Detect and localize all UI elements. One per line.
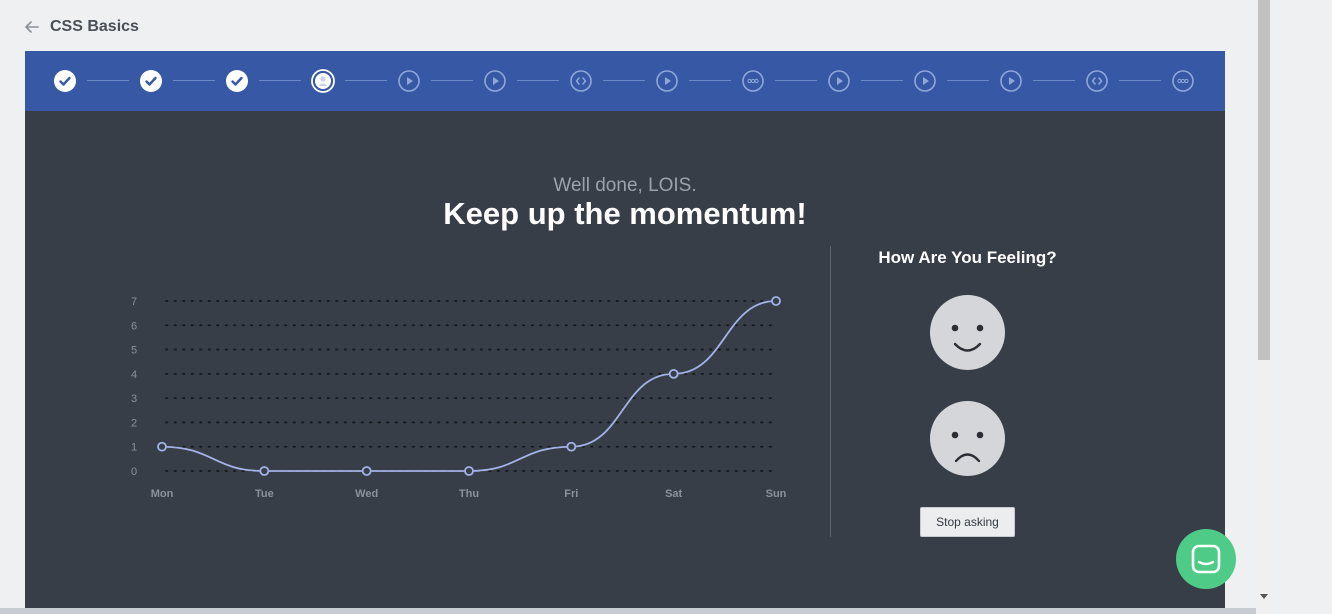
- y-tick-label: 2: [131, 417, 137, 429]
- taskbar-strip: [0, 608, 1256, 614]
- y-tick-label: 7: [131, 296, 137, 308]
- page-scrollbar[interactable]: [1256, 0, 1272, 614]
- check-icon: [54, 70, 76, 92]
- x-tick-label: Thu: [459, 488, 479, 500]
- step-connector: [1033, 80, 1075, 81]
- step-connector: [861, 80, 903, 81]
- sad-face-icon: [951, 431, 984, 463]
- x-tick-label: Fri: [564, 488, 578, 500]
- step-8-pending[interactable]: [655, 69, 679, 93]
- progress-stepper: [25, 51, 1225, 111]
- step-connector: [345, 80, 387, 81]
- step-4-current[interactable]: [311, 69, 335, 93]
- play-icon: [828, 70, 850, 92]
- chat-launcher-button[interactable]: [1176, 529, 1236, 589]
- y-tick-label: 4: [131, 369, 137, 381]
- scroll-down-arrow-icon[interactable]: [1260, 594, 1268, 599]
- y-tick-label: 3: [131, 393, 137, 405]
- step-10-pending[interactable]: [827, 69, 851, 93]
- page-title: CSS Basics: [50, 18, 139, 35]
- y-tick-label: 1: [131, 442, 137, 454]
- step-connector: [173, 80, 215, 81]
- step-connector: [87, 80, 129, 81]
- x-tick-label: Sun: [766, 488, 787, 500]
- x-tick-label: Mon: [151, 488, 174, 500]
- data-point: [668, 368, 679, 379]
- step-connector: [1119, 80, 1161, 81]
- x-tick-label: Tue: [255, 488, 274, 500]
- header: CSS Basics: [24, 14, 139, 40]
- y-tick-label: 6: [131, 320, 137, 332]
- step-9-pending[interactable]: [741, 69, 765, 93]
- step-13-pending[interactable]: [1085, 69, 1109, 93]
- step-connector: [775, 80, 817, 81]
- play-icon: [1000, 70, 1022, 92]
- step-connector: [689, 80, 731, 81]
- code-icon: [570, 70, 592, 92]
- data-point: [464, 466, 474, 476]
- weekly-activity-chart: 0 1 2 3 4 5 6 7 Mon Tue Wed Thu Fri Sat Sun: [131, 296, 787, 500]
- step-1-completed[interactable]: [53, 69, 77, 93]
- step-connector: [517, 80, 559, 81]
- user-icon: [311, 69, 335, 93]
- step-14-pending[interactable]: [1171, 69, 1195, 93]
- lesson-card: Well done, LOIS. Keep up the momentum! 0…: [25, 51, 1225, 614]
- activity-line: [161, 300, 777, 472]
- stop-asking-button[interactable]: Stop asking: [920, 507, 1015, 537]
- data-point: [157, 441, 167, 452]
- sad-face-button[interactable]: [930, 401, 1005, 476]
- step-5-pending[interactable]: [397, 69, 421, 93]
- step-7-pending[interactable]: [569, 69, 593, 93]
- step-6-pending[interactable]: [483, 69, 507, 93]
- step-connector: [947, 80, 989, 81]
- step-3-completed[interactable]: [225, 69, 249, 93]
- happy-face-button[interactable]: [930, 295, 1005, 370]
- data-point: [771, 296, 781, 306]
- data-point: [259, 466, 270, 476]
- scrollbar-thumb[interactable]: [1258, 0, 1270, 360]
- step-11-pending[interactable]: [913, 69, 937, 93]
- data-point: [361, 466, 372, 476]
- play-icon: [398, 70, 420, 92]
- check-icon: [140, 70, 162, 92]
- section-divider: [830, 246, 831, 537]
- step-connector: [603, 80, 645, 81]
- arrow-left-icon[interactable]: [24, 19, 40, 35]
- greeting-subtitle: Well done, LOIS.: [553, 175, 697, 196]
- step-connector: [259, 80, 301, 81]
- step-12-pending[interactable]: [999, 69, 1023, 93]
- step-connector: [431, 80, 473, 81]
- x-tick-label: Sat: [665, 488, 682, 500]
- momentum-headline: Keep up the momentum!: [443, 196, 807, 231]
- y-tick-label: 0: [131, 466, 137, 478]
- check-icon: [226, 70, 248, 92]
- feeling-title: How Are You Feeling?: [878, 248, 1057, 267]
- code-icon: [1086, 70, 1108, 92]
- data-point: [566, 441, 577, 452]
- play-icon: [914, 70, 936, 92]
- dots-icon: [742, 70, 764, 92]
- x-tick-label: Wed: [355, 488, 378, 500]
- dots-icon: [1172, 70, 1194, 92]
- play-icon: [656, 70, 678, 92]
- happy-face-icon: [951, 324, 984, 352]
- chat-icon: [1191, 544, 1221, 574]
- play-icon: [484, 70, 506, 92]
- step-2-completed[interactable]: [139, 69, 163, 93]
- y-tick-label: 5: [131, 345, 137, 357]
